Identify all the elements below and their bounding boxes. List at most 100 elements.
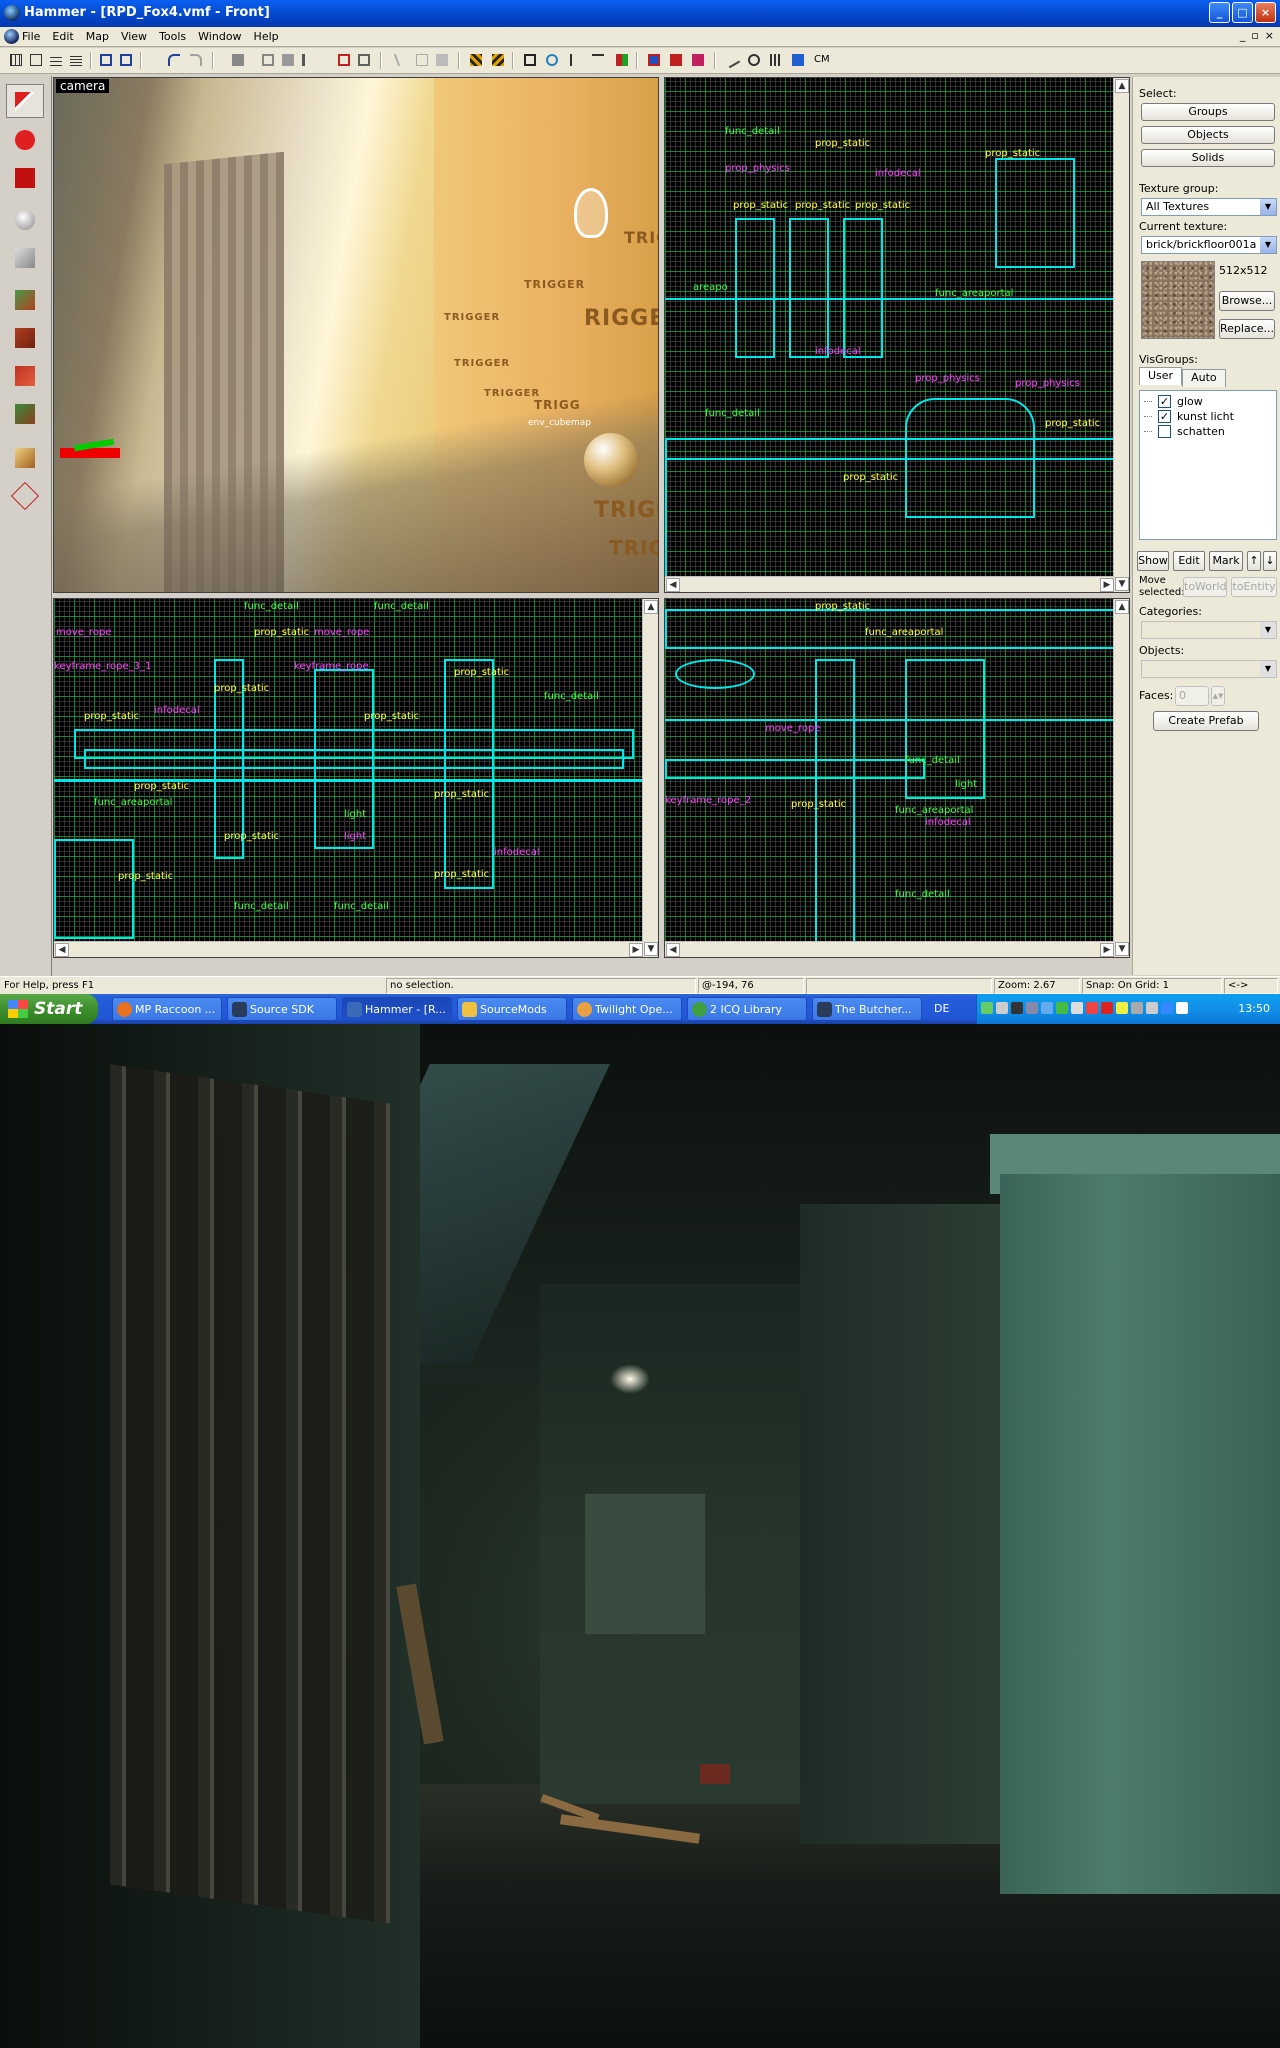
light-entity-icon[interactable] — [574, 188, 608, 238]
magnify-tool[interactable] — [6, 122, 44, 156]
menu-file[interactable]: File — [22, 30, 40, 43]
grid-toggle-2-icon[interactable] — [768, 52, 784, 68]
hammer-app-icon[interactable] — [4, 5, 20, 21]
clipping-tool[interactable] — [6, 440, 44, 474]
create-prefab-button[interactable]: Create Prefab — [1153, 711, 1259, 731]
carve-icon[interactable] — [230, 52, 246, 68]
menu-help[interactable]: Help — [254, 30, 279, 43]
hollow-icon[interactable] — [260, 52, 276, 68]
minimize-button[interactable]: _ — [1209, 2, 1230, 23]
cm-label[interactable]: CM — [814, 54, 830, 65]
side-viewport[interactable]: prop_static func_areaportal move_rope ke… — [664, 598, 1130, 958]
visgroup-edit-button[interactable]: Edit — [1173, 551, 1205, 571]
texture-app-icon[interactable] — [300, 52, 316, 68]
cut-icon[interactable] — [393, 52, 411, 68]
scroll-down-arrow[interactable]: ▼ — [1115, 577, 1129, 591]
scroll-right-arrow[interactable]: ▶ — [629, 943, 643, 957]
entity-tool[interactable] — [6, 202, 44, 236]
smaller-grid-icon[interactable] — [48, 52, 64, 68]
scroll-left-arrow[interactable]: ◀ — [55, 943, 69, 957]
entity-report-icon[interactable] — [614, 52, 630, 68]
document-icon[interactable] — [4, 29, 19, 44]
mdi-restore-button[interactable]: ▫ — [1251, 29, 1258, 42]
3d-grid-icon[interactable] — [28, 52, 44, 68]
front-viewport[interactable]: prop_static prop_static prop_static prop… — [664, 77, 1130, 593]
scroll-down-arrow[interactable]: ▼ — [1115, 942, 1129, 956]
to-world-button[interactable]: toWorld — [1183, 577, 1227, 597]
larger-grid-icon[interactable] — [68, 52, 84, 68]
visgroup-mark-button[interactable]: Mark — [1209, 551, 1243, 571]
menu-tools[interactable]: Tools — [159, 30, 186, 43]
visgroup-checkbox[interactable] — [1158, 425, 1171, 438]
ungroup-icon[interactable] — [118, 52, 134, 68]
mdi-minimize-button[interactable]: _ — [1240, 29, 1246, 42]
chevron-down-icon[interactable]: ▼ — [1260, 622, 1276, 638]
tray-antivirus-icon[interactable] — [1116, 1002, 1128, 1014]
horizontal-scrollbar[interactable]: ◀ ▶ — [665, 576, 1115, 592]
texture-group-select[interactable]: All Textures ▼ — [1141, 198, 1277, 216]
tray-volume-icon[interactable] — [1146, 1002, 1158, 1014]
wrench-icon[interactable] — [723, 51, 741, 69]
hide-selected-icon[interactable] — [468, 52, 484, 68]
redo-icon[interactable] — [188, 52, 204, 68]
select-tool-icon[interactable] — [522, 52, 538, 68]
move-down-icon[interactable]: ↓ — [1263, 551, 1277, 571]
tray-graphics-icon[interactable] — [1101, 1002, 1113, 1014]
replace-button[interactable]: Replace... — [1219, 319, 1275, 339]
tray-card-icon[interactable] — [1086, 1002, 1098, 1014]
selection-tool[interactable] — [6, 84, 44, 118]
browse-button[interactable]: Browse... — [1219, 291, 1275, 311]
cordon-icon[interactable] — [790, 52, 806, 68]
taskbar-item[interactable]: The Butcher... — [812, 997, 922, 1021]
tray-display-icon[interactable] — [1026, 1002, 1038, 1014]
camera-tool[interactable] — [6, 160, 44, 194]
compile-icon[interactable] — [646, 52, 662, 68]
snap-icon[interactable] — [590, 52, 606, 68]
mdi-close-button[interactable]: × — [1265, 29, 1274, 42]
viewport-label[interactable]: camera — [56, 79, 110, 93]
copy-icon[interactable] — [414, 52, 430, 68]
taskbar-item[interactable]: Hammer - [R... — [342, 997, 452, 1021]
block-tool[interactable] — [6, 240, 44, 274]
current-texture-select[interactable]: brick/brickfloor001a ▼ — [1141, 236, 1277, 254]
scroll-right-arrow[interactable]: ▶ — [1100, 943, 1114, 957]
decal-tool[interactable] — [6, 358, 44, 392]
vertex-tool[interactable] — [6, 478, 44, 512]
scroll-left-arrow[interactable]: ◀ — [666, 943, 680, 957]
vertical-scrollbar[interactable]: ▲ ▼ — [642, 599, 658, 957]
tray-bluetooth-icon[interactable] — [1161, 1002, 1173, 1014]
start-button[interactable]: Start — [0, 994, 98, 1024]
menu-map[interactable]: Map — [86, 30, 109, 43]
objects-select[interactable]: ▼ — [1141, 660, 1277, 678]
overlay-tool[interactable] — [6, 396, 44, 430]
faces-field[interactable]: 0 — [1175, 686, 1209, 706]
select-solids-button[interactable]: Solids — [1141, 149, 1275, 167]
window-titlebar[interactable]: Hammer - [RPD_Fox4.vmf - Front] _ □ × — [0, 0, 1280, 27]
apply-current-texture-tool[interactable] — [6, 320, 44, 354]
scroll-right-arrow[interactable]: ▶ — [1100, 578, 1114, 592]
tray-network-icon[interactable] — [1041, 1002, 1053, 1014]
top-viewport[interactable]: func_detail func_detail move_rope move_r… — [53, 598, 659, 958]
taskbar-item[interactable]: Source SDK — [227, 997, 337, 1021]
taskbar-item[interactable]: MP Raccoon ... — [112, 997, 222, 1021]
to-world-icon[interactable] — [356, 52, 372, 68]
close-button[interactable]: × — [1255, 2, 1276, 23]
chevron-down-icon[interactable]: ▼ — [1260, 661, 1276, 677]
visgroup-show-button[interactable]: Show — [1137, 551, 1169, 571]
horizontal-scrollbar[interactable]: ◀ ▶ — [665, 941, 1115, 957]
magnify-icon[interactable] — [544, 52, 560, 68]
paste-icon[interactable] — [434, 52, 450, 68]
texture-lock-icon[interactable] — [280, 52, 296, 68]
group-icon[interactable] — [98, 52, 114, 68]
visgroup-checkbox[interactable]: ✓ — [1158, 395, 1171, 408]
to-entity-button[interactable]: toEntity — [1231, 577, 1277, 597]
horizontal-scrollbar[interactable]: ◀ ▶ — [54, 941, 644, 957]
texture-application-tool[interactable] — [6, 282, 44, 316]
vertical-scrollbar[interactable]: ▲ ▼ — [1113, 78, 1129, 592]
taskbar-item[interactable]: 2 ICQ Library — [687, 997, 807, 1021]
texture-preview[interactable] — [1141, 261, 1215, 339]
show-all-icon[interactable] — [490, 52, 506, 68]
categories-select[interactable]: ▼ — [1141, 621, 1277, 639]
move-up-icon[interactable]: ↑ — [1247, 551, 1261, 571]
globe-icon[interactable] — [746, 52, 762, 68]
